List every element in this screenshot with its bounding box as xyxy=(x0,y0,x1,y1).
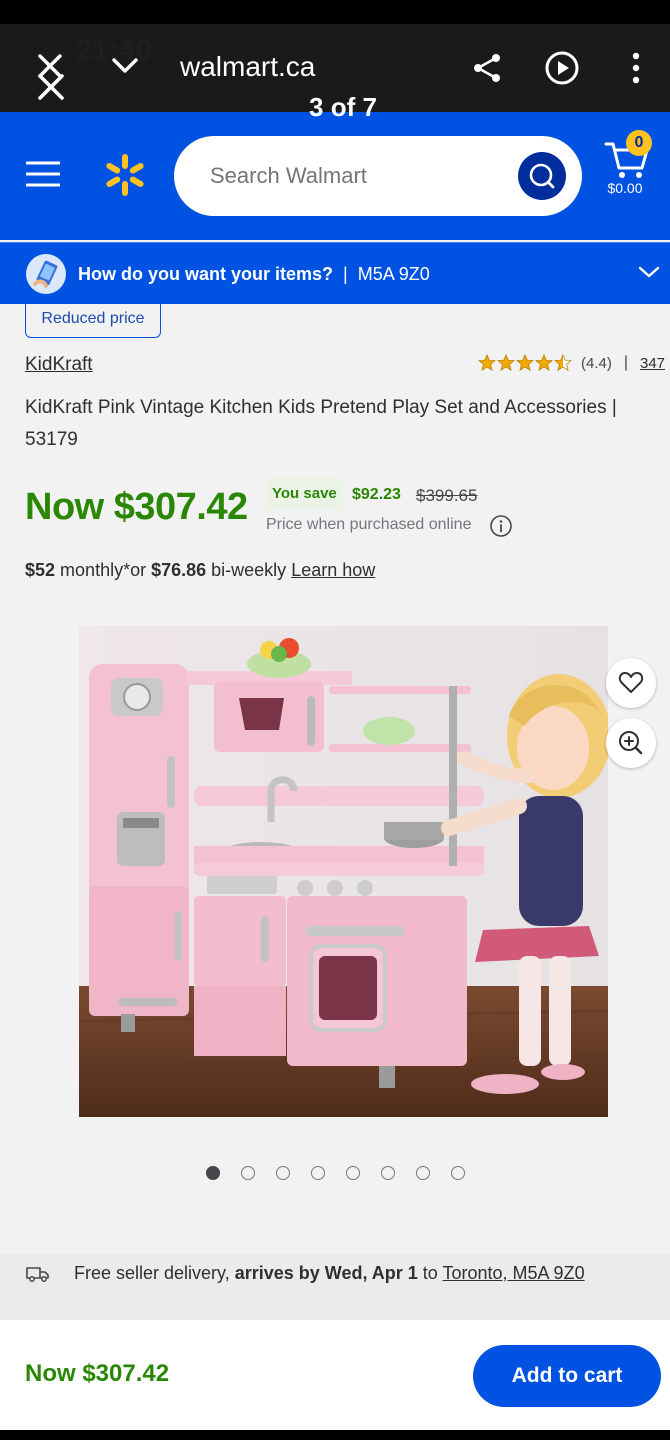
delivery-location-link[interactable]: Toronto, M5A 9Z0 xyxy=(443,1263,585,1283)
product-title: KidKraft Pink Vintage Kitchen Kids Prete… xyxy=(25,397,617,450)
monthly-text: monthly*or xyxy=(55,560,152,580)
gallery-dot[interactable] xyxy=(346,1166,360,1180)
price-note: Price when purchased online xyxy=(266,516,472,533)
current-price: Now $307.42 xyxy=(25,486,248,528)
play-icon[interactable] xyxy=(544,50,580,86)
financing-line: $52 monthly*or $76.86 bi-weekly Learn ho… xyxy=(25,560,375,581)
add-to-cart-button[interactable]: Add to cart xyxy=(473,1345,661,1407)
zoom-in-icon xyxy=(619,731,643,755)
delivery-prefix: Free seller delivery, xyxy=(74,1263,235,1283)
fulfillment-phone-icon xyxy=(26,254,66,294)
product-image[interactable] xyxy=(79,626,608,1117)
gallery-dot[interactable] xyxy=(416,1166,430,1180)
was-price: $399.65 xyxy=(416,486,478,505)
savings-amount: $92.23 xyxy=(352,486,401,503)
fulfillment-question: How do you want your items? xyxy=(78,264,334,284)
biweekly-amount: $76.86 xyxy=(151,560,207,580)
share-icon[interactable] xyxy=(472,52,504,84)
gallery-dot[interactable] xyxy=(451,1166,465,1180)
brand-link[interactable]: KidKraft xyxy=(25,354,93,376)
star-full-icon xyxy=(478,354,496,371)
chevron-down-icon[interactable] xyxy=(110,54,140,78)
info-icon[interactable] xyxy=(489,514,513,538)
star-full-icon xyxy=(535,354,553,371)
gallery-dot[interactable] xyxy=(276,1166,290,1180)
gallery-dot[interactable] xyxy=(206,1166,220,1180)
search-button[interactable] xyxy=(518,152,566,200)
monthly-amount: $52 xyxy=(25,560,56,580)
image-counter: 3 of 7 xyxy=(309,92,377,122)
reduced-price-badge: Reduced price xyxy=(25,304,161,338)
walmart-spark-logo[interactable] xyxy=(103,153,147,197)
delivery-to: to xyxy=(417,1263,443,1283)
search-icon xyxy=(529,163,555,189)
rating-separator: | xyxy=(623,354,628,371)
search-bar xyxy=(174,136,582,216)
status-bar xyxy=(0,0,670,24)
review-count[interactable]: 347 xyxy=(640,355,665,372)
url-host[interactable]: walmart.ca xyxy=(180,50,315,84)
app-root: 21:40 walmart.ca 3 of 7 0 $0.00 How do y… xyxy=(0,0,670,1440)
star-full-icon xyxy=(497,354,515,371)
bottom-price: Now $307.42 xyxy=(25,1360,170,1387)
rating-value: (4.4) xyxy=(581,354,612,372)
zoom-button[interactable] xyxy=(606,718,656,768)
more-vertical-icon[interactable] xyxy=(630,52,642,84)
product-rating[interactable]: (4.4) | 347 xyxy=(478,352,665,374)
star-full-icon xyxy=(516,354,534,371)
heart-icon xyxy=(618,672,644,693)
star-half-icon xyxy=(554,354,572,371)
favorite-button[interactable] xyxy=(606,658,656,708)
menu-icon[interactable] xyxy=(26,160,60,188)
cart-count-badge: 0 xyxy=(626,130,652,156)
close-viewer-icon[interactable] xyxy=(36,72,66,102)
search-input[interactable] xyxy=(210,136,500,216)
cart-total: $0.00 xyxy=(607,180,643,196)
chevron-down-icon[interactable] xyxy=(638,264,660,280)
fulfillment-separator: | xyxy=(343,264,348,284)
gallery-dot[interactable] xyxy=(381,1166,395,1180)
kitchen-illustration xyxy=(79,626,608,1117)
delivery-arrival: arrives by Wed, Apr 1 xyxy=(234,1263,418,1283)
truck-icon xyxy=(26,1267,49,1282)
fulfillment-text[interactable]: How do you want your items? | M5A 9Z0 xyxy=(78,262,430,286)
gallery-pagination xyxy=(206,1166,465,1182)
fulfillment-postal-code: M5A 9Z0 xyxy=(357,264,430,284)
gallery-dot[interactable] xyxy=(311,1166,325,1180)
gallery-dot[interactable] xyxy=(241,1166,255,1180)
biweekly-text: bi-weekly xyxy=(206,560,292,580)
delivery-text: Free seller delivery, arrives by Wed, Ap… xyxy=(74,1262,585,1284)
home-indicator-area xyxy=(0,1430,670,1440)
you-save-label: You save xyxy=(266,478,343,510)
learn-how-link[interactable]: Learn how xyxy=(291,560,375,580)
